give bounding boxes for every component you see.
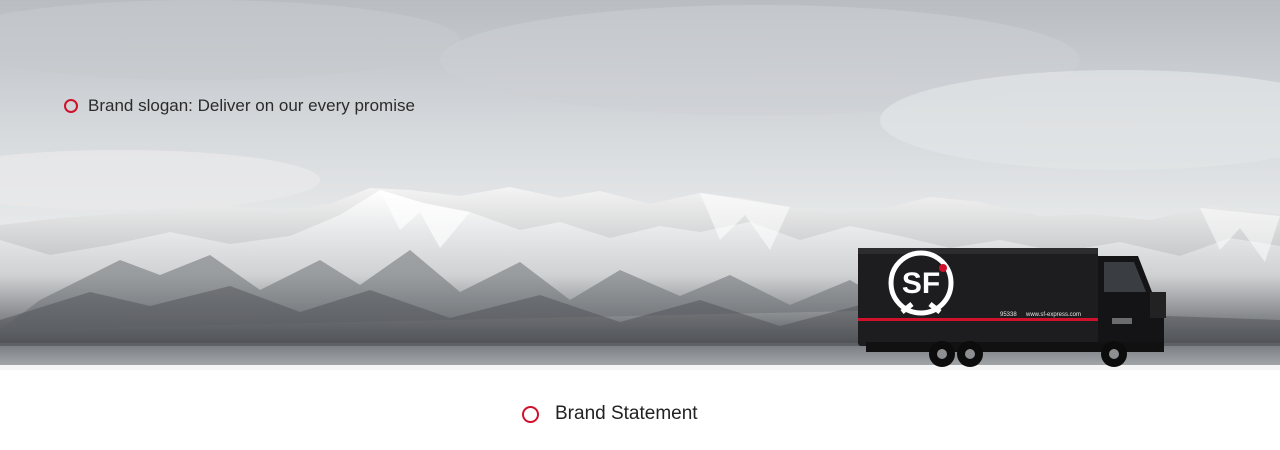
circle-outline-icon — [522, 405, 539, 423]
brand-statement-label: Brand Statement — [555, 403, 698, 424]
truck-phone-text: 95338 — [1000, 312, 1017, 318]
hero-banner: SF 95338 www.sf-express.com Brand slogan… — [0, 0, 1280, 370]
circle-outline-icon — [64, 99, 78, 113]
sf-logo-text: SF — [902, 267, 940, 300]
mountain-landscape-image: SF 95338 www.sf-express.com — [0, 0, 1280, 370]
brand-slogan-text: Brand slogan: Deliver on our every promi… — [88, 96, 415, 115]
brand-statement-link[interactable]: Brand Statement — [522, 403, 698, 425]
brand-slogan: Brand slogan: Deliver on our every promi… — [64, 96, 415, 116]
truck-url-text: www.sf-express.com — [1025, 312, 1081, 318]
sf-express-truck-image: SF 95338 www.sf-express.com — [858, 248, 1166, 367]
